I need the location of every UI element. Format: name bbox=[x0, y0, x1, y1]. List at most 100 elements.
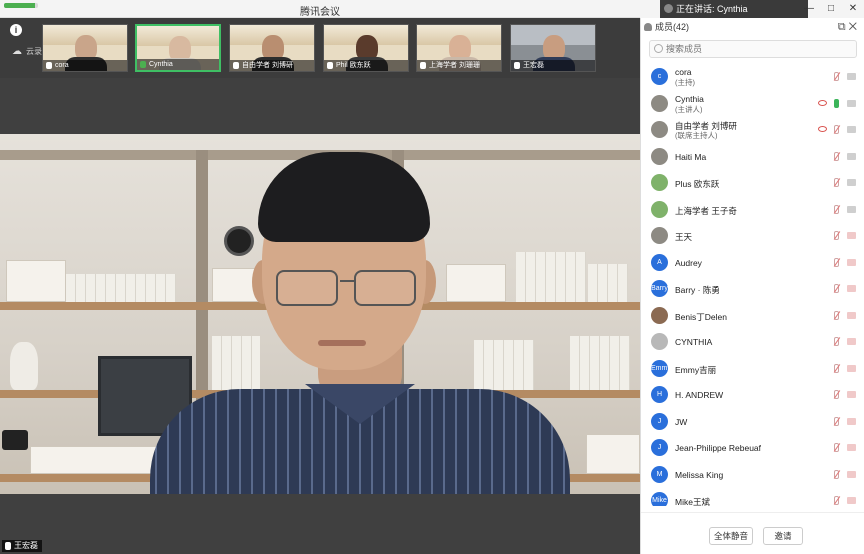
camera-icon[interactable] bbox=[847, 179, 856, 186]
participant-avatar bbox=[651, 174, 668, 191]
member-search-input[interactable] bbox=[666, 42, 852, 56]
participant-row[interactable]: H H. ANDREW bbox=[641, 382, 864, 409]
mic-muted-icon[interactable] bbox=[834, 72, 839, 81]
camera-off-icon[interactable] bbox=[847, 470, 856, 478]
video-bottom-gap bbox=[0, 494, 640, 554]
participant-row[interactable]: 自由学者 刘博研 (联席主持人) bbox=[641, 117, 864, 144]
mute-all-button[interactable]: 全体静音 bbox=[709, 527, 753, 545]
camera-off-icon[interactable] bbox=[847, 311, 856, 319]
storage-boxes bbox=[30, 446, 170, 474]
participant-row[interactable]: CYNTHIA bbox=[641, 329, 864, 356]
mic-icon bbox=[327, 62, 333, 69]
video-thumbnail[interactable]: Phil 欧东跃 bbox=[323, 24, 409, 72]
mic-icon bbox=[5, 542, 11, 550]
camera-off-icon[interactable] bbox=[847, 285, 856, 292]
camera-off-icon[interactable] bbox=[847, 258, 856, 266]
thumbnail-label: 上海学者 刘珊珊 bbox=[417, 60, 501, 71]
participant-row[interactable]: 上海学者 王子奇 bbox=[641, 197, 864, 224]
participant-row[interactable]: Cynthia (主讲人) bbox=[641, 91, 864, 118]
participant-row[interactable]: A Audrey bbox=[641, 250, 864, 277]
video-thumbnail-active[interactable]: Cynthia bbox=[135, 24, 221, 72]
mic-muted-icon[interactable] bbox=[834, 469, 839, 479]
participant-row[interactable]: Plus 欧东跃 bbox=[641, 170, 864, 197]
main-video-name: 王宏磊 bbox=[14, 541, 38, 550]
camera-off-icon[interactable] bbox=[847, 497, 856, 504]
camera-icon[interactable] bbox=[847, 73, 856, 80]
participant-name: H. ANDREW bbox=[675, 390, 724, 400]
main-video[interactable] bbox=[0, 134, 640, 494]
participant-row[interactable]: Emmy Emmy吉丽 bbox=[641, 356, 864, 383]
participant-row[interactable]: 王天 bbox=[641, 223, 864, 250]
mic-on-icon[interactable] bbox=[834, 98, 839, 108]
participant-role: (主讲人) bbox=[675, 104, 703, 114]
mic-icon bbox=[420, 62, 426, 69]
mic-muted-icon[interactable] bbox=[834, 416, 839, 426]
popout-icon[interactable]: ⧉ bbox=[838, 21, 846, 33]
participant-row[interactable]: J JW bbox=[641, 409, 864, 436]
camera-off-icon[interactable] bbox=[847, 417, 856, 425]
camera-icon[interactable] bbox=[847, 99, 856, 107]
mic-muted-icon[interactable] bbox=[834, 125, 839, 134]
mic-muted-icon[interactable] bbox=[834, 443, 839, 452]
participant-avatar bbox=[651, 147, 668, 165]
mic-muted-icon[interactable] bbox=[834, 204, 839, 214]
mic-icon bbox=[233, 62, 239, 69]
mic-muted-icon[interactable] bbox=[834, 390, 839, 399]
invite-button[interactable]: 邀请 bbox=[763, 527, 803, 545]
thumbnail-name: cora bbox=[55, 62, 69, 69]
camera-icon[interactable] bbox=[847, 152, 856, 160]
thumbnail-name: Phil 欧东跃 bbox=[336, 62, 371, 69]
minimize-button[interactable]: — bbox=[798, 0, 820, 18]
vase bbox=[10, 342, 38, 390]
glasses-lens bbox=[276, 270, 338, 306]
panel-close-icon[interactable]: ✕ bbox=[849, 21, 857, 33]
thumbnail-label: 王宏磊 bbox=[511, 60, 595, 71]
spotlight-icon[interactable] bbox=[818, 126, 827, 132]
cloud-record-icon[interactable]: ☁ bbox=[12, 46, 22, 57]
camera-off-icon[interactable] bbox=[847, 364, 856, 372]
books bbox=[66, 274, 176, 302]
participant-list[interactable]: c cora (主持) Cynthia (主讲人) 自由学者 刘博研 (联席主持人) Hait… bbox=[641, 64, 864, 506]
camera-off-icon[interactable] bbox=[847, 232, 856, 239]
participant-avatar: M bbox=[651, 465, 668, 483]
participant-row[interactable]: Mike Mike王斌 bbox=[641, 488, 864, 506]
camera-off-icon[interactable] bbox=[847, 338, 856, 345]
participant-name: 上海学者 王子奇 bbox=[675, 205, 737, 216]
glasses-bridge bbox=[340, 280, 354, 282]
participant-row[interactable]: M Melissa King bbox=[641, 462, 864, 489]
thumbnail-name: Cynthia bbox=[149, 61, 173, 68]
storage-box bbox=[6, 260, 66, 302]
mic-muted-icon[interactable] bbox=[834, 231, 839, 240]
video-thumbnail[interactable]: 上海学者 刘珊珊 bbox=[416, 24, 502, 72]
participant-avatar bbox=[651, 333, 668, 350]
camera-icon[interactable] bbox=[847, 126, 856, 133]
video-thumbnail[interactable]: 王宏磊 bbox=[510, 24, 596, 72]
participant-row[interactable]: Barry Barry · 陈勇 bbox=[641, 276, 864, 303]
camera-off-icon[interactable] bbox=[847, 444, 856, 451]
info-icon[interactable]: i bbox=[10, 24, 22, 36]
mic-muted-icon[interactable] bbox=[834, 257, 839, 267]
panel-header-buttons: ⧉ ✕ bbox=[838, 18, 857, 36]
speaker-mouth bbox=[318, 340, 366, 346]
mic-muted-icon[interactable] bbox=[834, 337, 839, 346]
member-search[interactable] bbox=[649, 40, 857, 58]
spotlight-icon[interactable] bbox=[818, 99, 827, 106]
mic-muted-icon[interactable] bbox=[834, 178, 839, 187]
close-button[interactable]: ✕ bbox=[842, 0, 864, 18]
mic-muted-icon[interactable] bbox=[834, 151, 839, 161]
participant-avatar: Emmy bbox=[651, 359, 668, 377]
video-thumbnail[interactable]: cora bbox=[42, 24, 128, 72]
camera-off-icon[interactable] bbox=[847, 391, 856, 398]
mic-muted-icon[interactable] bbox=[834, 363, 839, 373]
participant-row[interactable]: Benis丁Delen bbox=[641, 303, 864, 330]
participant-row[interactable]: Haiti Ma bbox=[641, 144, 864, 171]
mic-muted-icon[interactable] bbox=[834, 310, 839, 320]
video-thumbnail[interactable]: 自由学者 刘博研 bbox=[229, 24, 315, 72]
maximize-button[interactable]: □ bbox=[820, 0, 842, 18]
participant-row[interactable]: c cora (主持) bbox=[641, 64, 864, 91]
participant-row[interactable]: J Jean-Philippe Rebeuaf bbox=[641, 435, 864, 462]
camera-icon[interactable] bbox=[847, 205, 856, 213]
participant-name: cora bbox=[675, 67, 692, 77]
mic-muted-icon[interactable] bbox=[834, 496, 839, 505]
mic-muted-icon[interactable] bbox=[834, 284, 839, 293]
